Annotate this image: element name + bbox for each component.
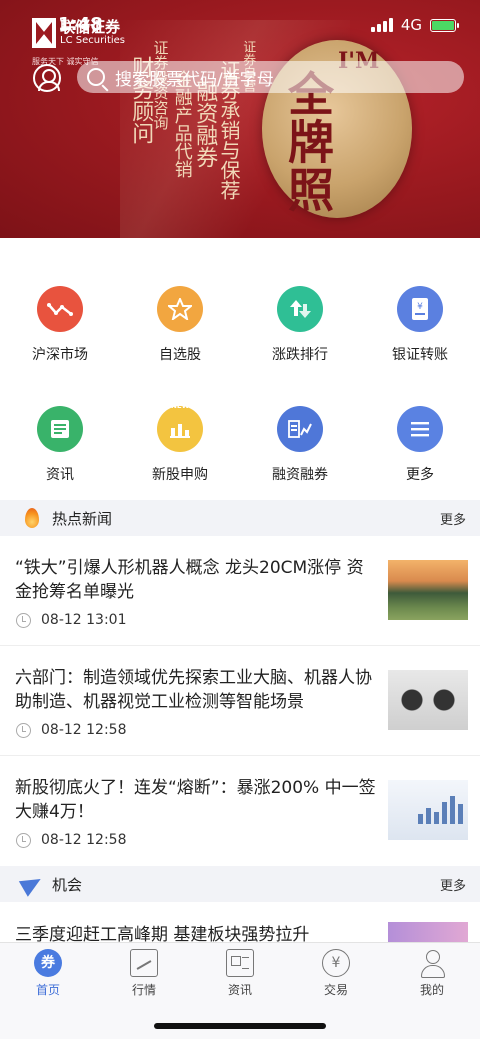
battery-icon <box>430 18 459 32</box>
person-icon <box>418 949 446 978</box>
paper-plane-icon <box>18 871 46 897</box>
news-timestamp: 08-12 12:58 <box>41 722 127 738</box>
grid-item-news[interactable]: 资讯 <box>0 406 120 484</box>
news-time: 08-12 12:58 <box>16 722 126 738</box>
grid-item-watchlist[interactable]: 自选股 <box>120 286 240 364</box>
news-timestamp: 08-12 13:01 <box>41 612 127 628</box>
news-time: 08-12 12:58 <box>16 832 126 848</box>
search-bar[interactable]: 搜索股票代码/首字母 <box>77 61 464 93</box>
svg-text:¥: ¥ <box>417 302 423 312</box>
news-title: “铁大”引爆人形机器人概念 龙头20CM涨停 资金抢筹名单曝光 <box>15 558 364 602</box>
banner-text-4: 融资融券 <box>192 80 218 168</box>
tab-label: 行情 <box>131 983 156 997</box>
status-bar-right: 4G <box>370 16 459 34</box>
grid-label: 银证转账 <box>392 347 448 363</box>
hot-news-header: 热点新闻 更多 <box>0 500 480 536</box>
yen-icon: ¥ <box>322 949 350 977</box>
new-stock-icon: NEW <box>157 402 203 452</box>
grid-item-ranking[interactable]: 涨跌排行 <box>240 286 360 364</box>
chart-icon <box>130 949 158 977</box>
clock-icon <box>16 832 31 848</box>
yen-card-icon: ¥ <box>397 286 443 332</box>
tab-label: 我的 <box>419 983 444 997</box>
grid-item-more[interactable]: 更多 <box>360 406 480 484</box>
news-thumbnail <box>388 780 468 840</box>
grid-label: 自选股 <box>159 347 201 363</box>
grid-item-market[interactable]: 沪深市场 <box>0 286 120 364</box>
tab-label: 交易 <box>323 983 348 997</box>
margin-trading-icon <box>277 406 323 452</box>
tab-home[interactable]: 券 首页 <box>0 949 96 998</box>
news-item[interactable]: 六部门：制造领域优先探索工业大脑、机器人协助制造、机器视觉工业检测等智能场景 0… <box>0 646 480 756</box>
star-icon <box>157 286 203 332</box>
home-indicator[interactable] <box>154 1023 326 1029</box>
grid-label: 融资融券 <box>272 467 328 483</box>
new-tag: NEW <box>171 402 190 410</box>
market-trend-icon <box>37 286 83 332</box>
search-icon <box>87 68 105 86</box>
grid-label: 沪深市场 <box>32 347 88 363</box>
home-coupon-icon: 券 <box>34 949 62 977</box>
clock-icon <box>16 612 31 628</box>
opportunity-thumbnail <box>388 922 468 944</box>
function-grid: 沪深市场 自选股 涨跌排行 ¥ 银证转账 资讯 NEW 新股申购 融资融券 更多 <box>0 238 480 500</box>
clock-icon <box>16 722 31 738</box>
news-thumbnail <box>388 670 468 730</box>
tab-news[interactable]: 资讯 <box>192 949 288 998</box>
grid-label: 更多 <box>406 467 434 483</box>
news-time: 08-12 13:01 <box>16 612 126 628</box>
up-down-arrows-icon <box>277 286 323 332</box>
hot-news-more-link[interactable]: 更多 <box>440 509 466 528</box>
logo-english: LC Securities <box>60 35 126 46</box>
grid-item-margin[interactable]: 融资融券 <box>240 406 360 484</box>
document-icon <box>226 949 254 977</box>
grid-label: 新股申购 <box>152 467 208 483</box>
news-thumbnail <box>388 560 468 620</box>
signal-icon <box>370 18 393 32</box>
opportunity-header: 机会 更多 <box>0 866 480 902</box>
news-icon <box>37 406 83 452</box>
news-timestamp: 08-12 12:58 <box>41 832 127 848</box>
tab-label: 首页 <box>35 983 60 997</box>
menu-icon <box>397 406 443 452</box>
status-time: 1:48 <box>58 14 103 35</box>
news-item[interactable]: 新股彻底火了！连发“熔断”：暴涨200% 中一签大赚4万！ 08-12 12:5… <box>0 756 480 866</box>
news-item[interactable]: “铁大”引爆人形机器人概念 龙头20CM涨停 资金抢筹名单曝光 08-12 13… <box>0 536 480 646</box>
tab-mine[interactable]: 我的 <box>384 949 480 998</box>
logo-mark-icon <box>32 18 56 48</box>
grid-label: 涨跌排行 <box>272 347 328 363</box>
flame-icon <box>22 508 42 528</box>
user-profile-icon[interactable] <box>33 64 61 92</box>
tab-trade[interactable]: ¥ 交易 <box>288 949 384 998</box>
search-placeholder: 搜索股票代码/首字母 <box>115 69 274 90</box>
tab-label: 资讯 <box>227 983 252 997</box>
promo-banner[interactable]: 财务顾问 证券投资咨询 金融产品代销 融资融券 证券承销与保荐 证券自营 全牌照… <box>0 0 480 238</box>
network-type: 4G <box>400 16 422 34</box>
grid-label: 资讯 <box>46 467 74 483</box>
news-title: 新股彻底火了！连发“熔断”：暴涨200% 中一签大赚4万！ <box>15 778 376 822</box>
section-title: 机会 <box>52 875 83 894</box>
opportunity-more-link[interactable]: 更多 <box>440 875 466 894</box>
news-title: 六部门：制造领域优先探索工业大脑、机器人协助制造、机器视觉工业检测等智能场景 <box>15 668 372 712</box>
grid-item-bank-transfer[interactable]: ¥ 银证转账 <box>360 286 480 364</box>
section-title: 热点新闻 <box>52 509 113 528</box>
grid-item-ipo[interactable]: NEW 新股申购 <box>120 402 240 484</box>
tab-quotes[interactable]: 行情 <box>96 949 192 998</box>
